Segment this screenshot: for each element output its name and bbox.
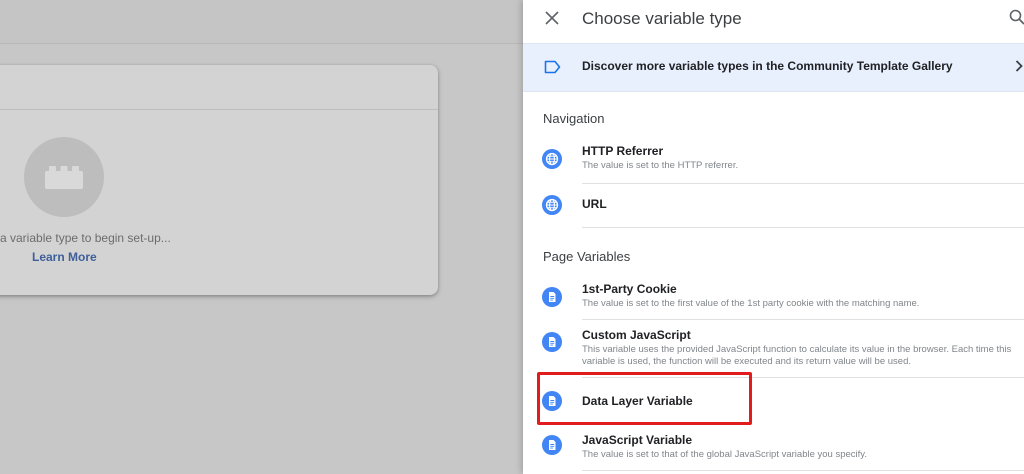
variable-type-title: JavaScript Variable xyxy=(582,433,693,447)
community-gallery-banner[interactable]: Discover more variable types in the Comm… xyxy=(523,43,1024,92)
setup-hint-text: a variable type to begin set-up... xyxy=(0,231,171,245)
card-header xyxy=(0,65,438,110)
close-icon[interactable] xyxy=(544,10,560,26)
panel-title: Choose variable type xyxy=(582,9,742,28)
variable-config-card[interactable]: a variable type to begin set-up... Learn… xyxy=(0,65,438,295)
variable-type-description: The value is set to the HTTP referrer. xyxy=(582,160,739,171)
divider xyxy=(582,470,1024,471)
globe-icon xyxy=(542,195,562,215)
variable-type-http-referrer[interactable]: HTTP Referrer The value is set to the HT… xyxy=(523,140,1024,184)
variable-type-description: The value is set to that of the global J… xyxy=(582,449,867,460)
document-icon xyxy=(542,332,562,352)
globe-icon xyxy=(542,149,562,169)
variable-type-1st-party-cookie[interactable]: 1st-Party Cookie The value is set to the… xyxy=(523,278,1024,320)
block-icon xyxy=(45,166,83,189)
choose-variable-type-panel: Choose variable type Discover more varia… xyxy=(523,0,1024,474)
variable-type-description: This variable uses the provided JavaScri… xyxy=(582,344,1012,367)
variable-type-javascript-variable[interactable]: JavaScript Variable The value is set to … xyxy=(523,424,1024,474)
variable-type-url[interactable]: URL xyxy=(523,184,1024,228)
panel-header: Choose variable type xyxy=(523,0,1024,40)
variable-type-title: Data Layer Variable xyxy=(582,394,693,408)
learn-more-link[interactable]: Learn More xyxy=(32,250,97,264)
variable-type-title: Custom JavaScript xyxy=(582,328,691,342)
label-tag-icon xyxy=(544,60,561,74)
variable-type-title: URL xyxy=(582,197,607,211)
chevron-right-icon xyxy=(1015,60,1023,72)
variable-type-description: The value is set to the first value of t… xyxy=(582,298,920,309)
background-top-bar xyxy=(0,0,523,44)
document-icon xyxy=(542,435,562,455)
variable-type-custom-javascript[interactable]: Custom JavaScript This variable uses the… xyxy=(523,320,1024,378)
divider xyxy=(582,227,1024,228)
section-heading-navigation: Navigation xyxy=(543,111,605,126)
variable-placeholder-avatar[interactable] xyxy=(24,137,104,217)
document-icon xyxy=(542,287,562,307)
document-icon xyxy=(542,391,562,411)
variable-type-title: 1st-Party Cookie xyxy=(582,282,677,296)
search-icon[interactable] xyxy=(1009,9,1024,25)
variable-type-title: HTTP Referrer xyxy=(582,144,664,158)
gallery-banner-text: Discover more variable types in the Comm… xyxy=(582,59,953,73)
variable-type-data-layer-variable[interactable]: Data Layer Variable xyxy=(523,378,1024,424)
section-heading-page-variables: Page Variables xyxy=(543,249,631,264)
